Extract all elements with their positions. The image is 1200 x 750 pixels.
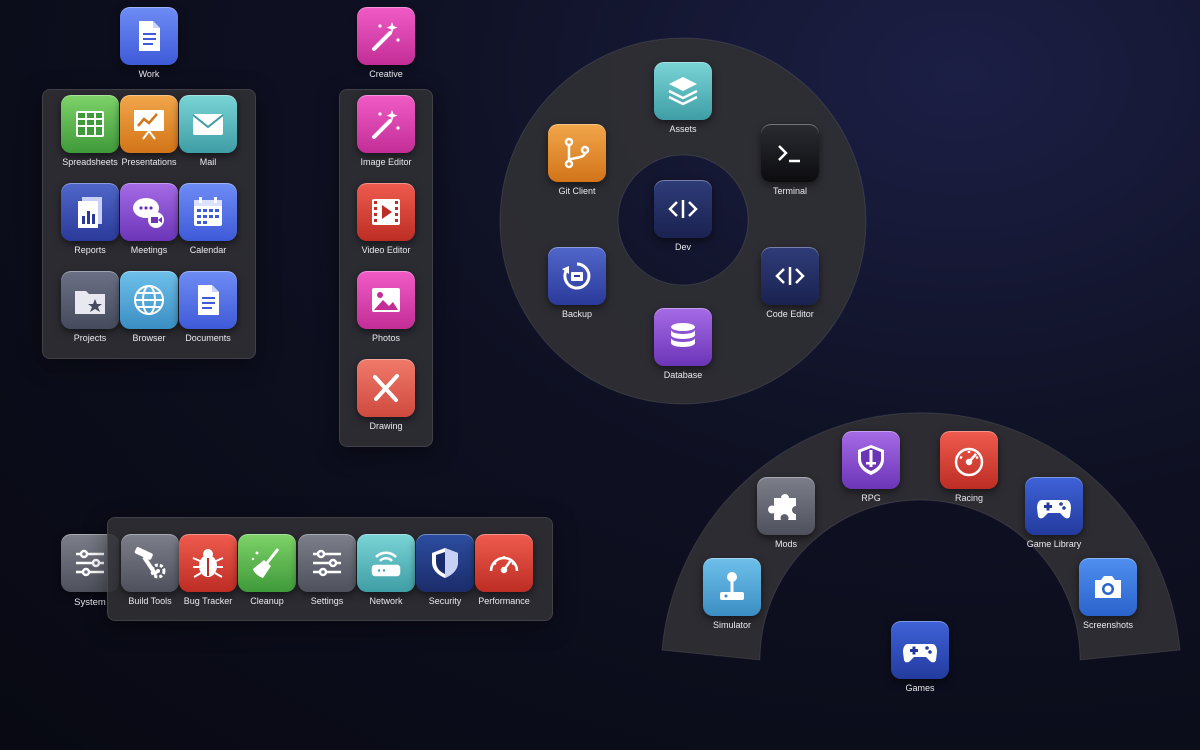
app-label: Database (663, 370, 703, 380)
backup-icon (548, 247, 606, 305)
app-label: RPG (861, 493, 881, 503)
app-label: Calendar (189, 245, 227, 255)
app-label: Backup (561, 309, 593, 319)
group-dev-button[interactable]: Dev (643, 180, 723, 260)
group-creative-button[interactable]: Creative (346, 7, 426, 87)
film-icon (357, 183, 415, 241)
app-label: Documents (185, 333, 231, 343)
app-label: Screenshots (1082, 620, 1134, 630)
app-game-library[interactable]: Game Library (1014, 477, 1094, 557)
app-label: Video Editor (361, 245, 411, 255)
app-label: Photos (371, 333, 401, 343)
app-documents[interactable]: Documents (168, 271, 248, 351)
git-branch-icon (548, 124, 606, 182)
group-games-label: Games (905, 683, 935, 693)
layers-icon (654, 62, 712, 120)
magic-wand-icon (357, 7, 415, 65)
shield-sword-icon (842, 431, 900, 489)
database-icon (654, 308, 712, 366)
document-icon (179, 271, 237, 329)
app-database[interactable]: Database (643, 308, 723, 388)
gamepad-icon (891, 621, 949, 679)
app-photos[interactable]: Photos (346, 271, 426, 351)
app-label: Terminal (772, 186, 807, 196)
group-dev-label: Dev (674, 242, 691, 252)
joystick-icon (703, 558, 761, 616)
camera-icon (1079, 558, 1137, 616)
app-simulator[interactable]: Simulator (692, 558, 772, 638)
terminal-icon (761, 124, 819, 182)
app-performance[interactable]: Performance (464, 534, 544, 614)
puzzle-icon (757, 477, 815, 535)
app-assets[interactable]: Assets (643, 62, 723, 142)
group-work-button[interactable]: Work (109, 7, 189, 87)
code-icon (654, 180, 712, 238)
app-git-client[interactable]: Git Client (537, 124, 617, 204)
app-screenshots[interactable]: Screenshots (1068, 558, 1148, 638)
app-drawing[interactable]: Drawing (346, 359, 426, 439)
app-label: Racing (954, 493, 983, 503)
app-mods[interactable]: Mods (746, 477, 826, 557)
app-code-editor[interactable]: Code Editor (750, 247, 830, 327)
app-label: Game Library (1026, 539, 1082, 549)
app-label: Mail (199, 157, 217, 167)
app-label: Code Editor (766, 309, 814, 319)
gauge-icon (475, 534, 533, 592)
app-mail[interactable]: Mail (168, 95, 248, 175)
group-games-button[interactable]: Games (880, 621, 960, 701)
app-label: Assets (669, 124, 697, 134)
app-rpg[interactable]: RPG (831, 431, 911, 511)
app-racing[interactable]: Racing (929, 431, 1009, 511)
app-image-editor[interactable]: Image Editor (346, 95, 426, 175)
document-icon (120, 7, 178, 65)
image-icon (357, 271, 415, 329)
app-label: Git Client (558, 186, 596, 196)
mail-icon (179, 95, 237, 153)
group-work-label: Work (138, 69, 160, 79)
gamepad-icon (1025, 477, 1083, 535)
app-label: Performance (478, 596, 530, 606)
speedometer-icon (940, 431, 998, 489)
calendar-icon (179, 183, 237, 241)
code-icon (761, 247, 819, 305)
app-terminal[interactable]: Terminal (750, 124, 830, 204)
app-calendar[interactable]: Calendar (168, 183, 248, 263)
magic-wand-icon (357, 95, 415, 153)
app-label: Image Editor (360, 157, 412, 167)
app-label: Mods (774, 539, 797, 549)
app-backup[interactable]: Backup (537, 247, 617, 327)
app-label: Drawing (369, 421, 403, 431)
app-label: Simulator (712, 620, 751, 630)
group-creative-label: Creative (369, 69, 403, 79)
app-video-editor[interactable]: Video Editor (346, 183, 426, 263)
pencil-brush-icon (357, 359, 415, 417)
